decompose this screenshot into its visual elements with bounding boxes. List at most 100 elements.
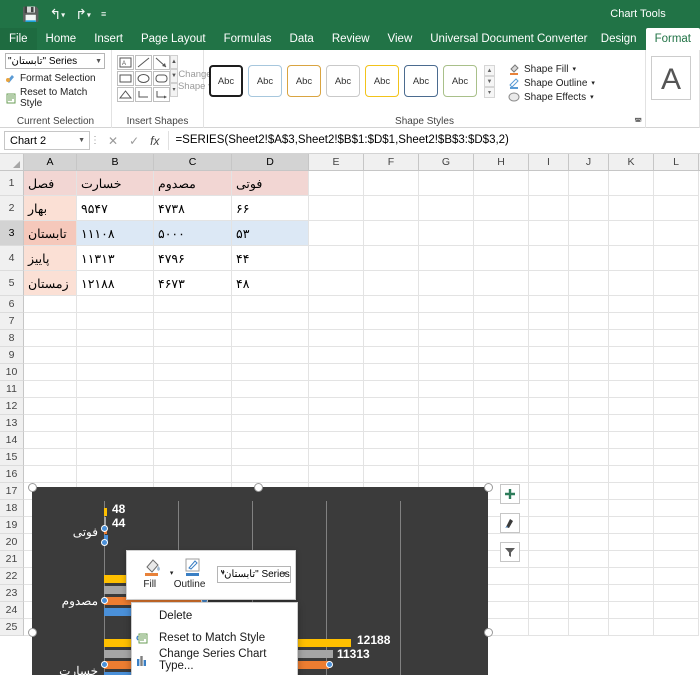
cell-d11[interactable] (232, 381, 309, 398)
cell-e13[interactable] (309, 415, 364, 432)
cell-k11[interactable] (609, 381, 654, 398)
cell-e15[interactable] (309, 449, 364, 466)
cell-f13[interactable] (364, 415, 419, 432)
shape-textbox-icon[interactable]: A (117, 55, 134, 70)
cell-l24[interactable] (654, 602, 699, 619)
cell-h16[interactable] (474, 466, 529, 483)
wordart-preview[interactable]: A (651, 56, 691, 100)
cell-k22[interactable] (609, 568, 654, 585)
cell-d8[interactable] (232, 330, 309, 347)
cell-e6[interactable] (309, 296, 364, 313)
cell-b1[interactable]: خسارت (77, 171, 154, 196)
cell-g6[interactable] (419, 296, 474, 313)
cell-i20[interactable] (529, 534, 569, 551)
cell-g1[interactable] (419, 171, 474, 196)
undo-icon[interactable]: ↰▾ (49, 7, 65, 21)
cell-k1[interactable] (609, 171, 654, 196)
row-header-11[interactable]: 11 (0, 381, 24, 398)
cell-j25[interactable] (569, 619, 609, 636)
row-header-23[interactable]: 23 (0, 585, 24, 602)
cell-l21[interactable] (654, 551, 699, 568)
cell-h8[interactable] (474, 330, 529, 347)
cell-e3[interactable] (309, 221, 364, 246)
cell-c10[interactable] (154, 364, 232, 381)
cell-l12[interactable] (654, 398, 699, 415)
cell-a4[interactable]: پاییز (24, 246, 77, 271)
shape-effects-button[interactable]: Shape Effects ▾ (508, 91, 595, 103)
shape-line-icon[interactable] (135, 55, 152, 70)
column-header-c[interactable]: C (154, 154, 232, 170)
chart-bar-paeez-footi[interactable] (104, 517, 106, 525)
row-header-8[interactable]: 8 (0, 330, 24, 347)
chart-resize-handle-mr[interactable] (484, 628, 493, 637)
cell-i2[interactable] (529, 196, 569, 221)
cell-c9[interactable] (154, 347, 232, 364)
cell-j15[interactable] (569, 449, 609, 466)
cell-i19[interactable] (529, 517, 569, 534)
cell-j12[interactable] (569, 398, 609, 415)
cell-h4[interactable] (474, 246, 529, 271)
cell-i6[interactable] (529, 296, 569, 313)
shape-rounded-rectangle-icon[interactable] (153, 71, 170, 86)
cell-i8[interactable] (529, 330, 569, 347)
styles-scroll-down-icon[interactable]: ▼ (484, 75, 495, 87)
context-menu-item-select-data[interactable]: Select Data... (132, 671, 297, 675)
cell-e7[interactable] (309, 313, 364, 330)
cell-i11[interactable] (529, 381, 569, 398)
confirm-icon[interactable]: ✓ (129, 134, 139, 148)
cell-l1[interactable] (654, 171, 699, 196)
cell-g14[interactable] (419, 432, 474, 449)
cell-k23[interactable] (609, 585, 654, 602)
current-selection-dropdown[interactable]: Series "تابستان" ▼ (5, 53, 105, 69)
cell-h11[interactable] (474, 381, 529, 398)
chart-resize-handle-tl[interactable] (28, 483, 37, 492)
column-header-e[interactable]: E (309, 154, 364, 170)
cell-j10[interactable] (569, 364, 609, 381)
cell-j23[interactable] (569, 585, 609, 602)
cell-f1[interactable] (364, 171, 419, 196)
cell-b15[interactable] (77, 449, 154, 466)
cell-a3[interactable]: تابستان (24, 221, 77, 246)
row-header-18[interactable]: 18 (0, 500, 24, 517)
cell-k4[interactable] (609, 246, 654, 271)
shape-outline-caret-icon[interactable]: ▾ (591, 79, 595, 87)
cell-f8[interactable] (364, 330, 419, 347)
column-header-k[interactable]: K (609, 154, 654, 170)
cell-a12[interactable] (24, 398, 77, 415)
shape-style-swatch-2[interactable]: Abc (248, 65, 282, 97)
cell-b9[interactable] (77, 347, 154, 364)
cell-j7[interactable] (569, 313, 609, 330)
cell-h13[interactable] (474, 415, 529, 432)
cell-k8[interactable] (609, 330, 654, 347)
cell-j19[interactable] (569, 517, 609, 534)
row-header-25[interactable]: 25 (0, 619, 24, 636)
shapes-scroll-up-icon[interactable]: ▲ (170, 55, 178, 69)
cell-e1[interactable] (309, 171, 364, 196)
cell-j9[interactable] (569, 347, 609, 364)
row-header-6[interactable]: 6 (0, 296, 24, 313)
column-header-j[interactable]: J (569, 154, 609, 170)
column-header-g[interactable]: G (419, 154, 474, 170)
cell-j18[interactable] (569, 500, 609, 517)
cell-f15[interactable] (364, 449, 419, 466)
cell-l2[interactable] (654, 196, 699, 221)
shape-style-swatch-6[interactable]: Abc (404, 65, 438, 97)
cell-a6[interactable] (24, 296, 77, 313)
shape-style-swatch-5[interactable]: Abc (365, 65, 399, 97)
row-header-20[interactable]: 20 (0, 534, 24, 551)
cell-k9[interactable] (609, 347, 654, 364)
cell-k13[interactable] (609, 415, 654, 432)
cell-k10[interactable] (609, 364, 654, 381)
cell-f5[interactable] (364, 271, 419, 296)
cell-a5[interactable]: زمستان (24, 271, 77, 296)
chart-resize-handle-tc[interactable] (254, 483, 263, 492)
cell-j6[interactable] (569, 296, 609, 313)
shape-elbow-arrow-connector-icon[interactable] (153, 87, 170, 102)
cell-g9[interactable] (419, 347, 474, 364)
cell-h7[interactable] (474, 313, 529, 330)
cell-j22[interactable] (569, 568, 609, 585)
cell-l25[interactable] (654, 619, 699, 636)
cell-f7[interactable] (364, 313, 419, 330)
cell-d4[interactable]: ۴۴ (232, 246, 309, 271)
cell-h15[interactable] (474, 449, 529, 466)
